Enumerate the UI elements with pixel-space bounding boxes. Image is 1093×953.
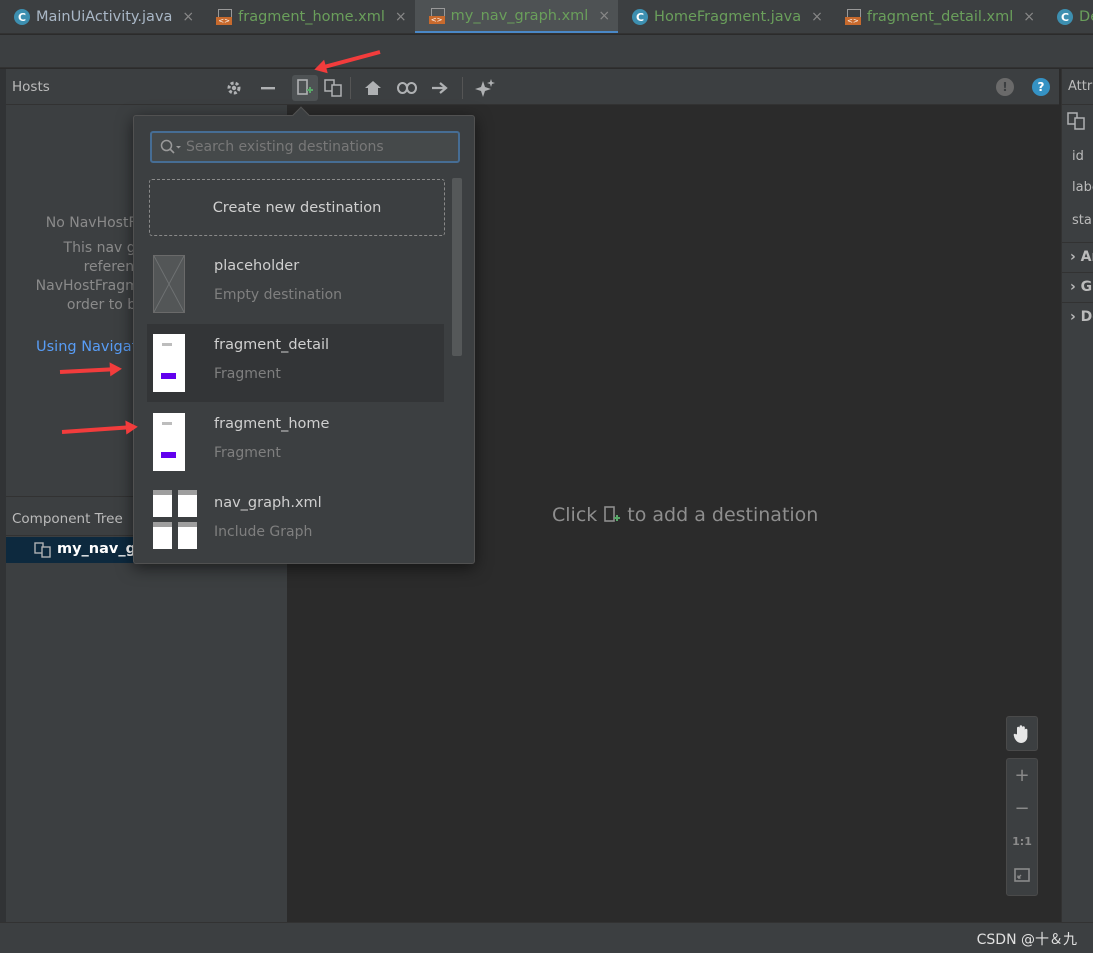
zoom-controls: + − 1:1 [1006, 758, 1038, 896]
section-label: › Global Actions [1070, 279, 1093, 295]
link-icon[interactable] [396, 77, 418, 99]
search-input[interactable] [186, 136, 454, 158]
new-destination-popup: Create new destination placeholder Empty… [133, 106, 475, 564]
section-deep-links[interactable]: › Deep Links [1062, 302, 1093, 332]
zoom-actual-size-button[interactable]: 1:1 [1007, 825, 1037, 858]
attributes-title: Attributes [1068, 79, 1093, 94]
nested-graph-icon [1067, 112, 1085, 130]
destination-name: nav_graph.xml [214, 495, 322, 511]
close-icon[interactable]: × [811, 9, 823, 25]
java-class-icon: C [1057, 9, 1074, 25]
nested-graph-icon [34, 542, 51, 558]
component-tree-title: Component Tree [12, 511, 123, 527]
status-bar: CSDN @十＆九 [0, 922, 1093, 953]
close-icon[interactable]: × [395, 9, 407, 25]
attribute-id: id [1072, 149, 1084, 164]
popup-scrollbar[interactable] [452, 178, 462, 356]
destination-name: fragment_detail [214, 337, 330, 353]
attribute-label: label [1072, 180, 1093, 195]
hosts-title: Hosts [12, 79, 50, 95]
home-icon[interactable] [362, 77, 384, 99]
destination-item-nav-graph[interactable]: nav_graph.xml Include Graph [147, 482, 444, 560]
zoom-fit-icon[interactable] [1007, 858, 1037, 891]
destination-name: placeholder [214, 258, 300, 274]
empty-canvas-message: Click to add a destination [552, 504, 818, 526]
section-label: › Argument Default Values [1070, 249, 1093, 265]
section-argument-defaults[interactable]: › Argument Default Values [1062, 242, 1093, 272]
tab-fragment-home-xml[interactable]: fragment_home.xml × [202, 0, 415, 33]
zoom-in-icon[interactable]: + [1007, 759, 1037, 792]
java-class-icon: C [632, 9, 649, 25]
placeholder-thumbnail [153, 255, 185, 313]
design-toolbar: ! ? [227, 69, 1059, 105]
tab-label: MainUiActivity.java [36, 9, 173, 25]
arrow-right-icon[interactable] [429, 77, 451, 99]
tab-label: HomeFragment.java [654, 9, 802, 25]
destination-item-fragment-detail[interactable]: fragment_detail Fragment [147, 324, 444, 402]
toolbar-separator [462, 77, 463, 99]
tab-mainuiactivity[interactable]: C MainUiActivity.java × [0, 0, 202, 33]
hand-icon[interactable] [1007, 717, 1037, 750]
editor-toolbar-strip [0, 35, 1093, 68]
tab-homefragment-java[interactable]: C HomeFragment.java × [618, 0, 831, 33]
nested-graph-icon[interactable] [322, 77, 344, 99]
tab-my-nav-graph-xml[interactable]: my_nav_graph.xml × [414, 0, 619, 33]
new-destination-icon [604, 506, 621, 522]
zoom-out-icon[interactable]: − [1007, 792, 1037, 825]
destination-search [150, 131, 460, 163]
help-icon[interactable]: ? [1032, 78, 1050, 96]
graph-thumbnail [153, 490, 199, 550]
xml-file-icon [216, 9, 233, 25]
attributes-header: Attributes [1062, 69, 1093, 105]
watermark: CSDN @十＆九 [976, 932, 1077, 948]
attribute-start-destination: startDestination [1072, 213, 1093, 228]
destination-type: Fragment [214, 366, 281, 382]
new-destination-icon[interactable] [292, 75, 318, 101]
xml-file-icon [428, 7, 445, 24]
destination-type: Include Graph [214, 524, 313, 540]
gear-icon[interactable] [223, 77, 245, 99]
section-label: › Deep Links [1070, 309, 1093, 325]
destination-type: Fragment [214, 445, 281, 461]
close-icon[interactable]: × [182, 9, 194, 25]
tab-fragment-detail-xml[interactable]: fragment_detail.xml × [831, 0, 1043, 33]
minimize-icon[interactable] [257, 77, 279, 99]
auto-arrange-icon[interactable] [474, 77, 496, 99]
warning-icon[interactable]: ! [996, 78, 1014, 96]
editor-tab-bar: C MainUiActivity.java × fragment_home.xm… [0, 0, 1093, 34]
search-icon[interactable] [160, 139, 182, 155]
destination-item-fragment-home[interactable]: fragment_home Fragment [147, 403, 444, 481]
pan-tool[interactable] [1006, 716, 1038, 751]
tab-label: my_nav_graph.xml [450, 7, 589, 24]
tab-label: DetailFragment.java [1079, 9, 1093, 25]
empty-canvas-suffix: to add a destination [627, 504, 819, 526]
xml-file-icon [844, 9, 861, 25]
empty-canvas-prefix: Click [552, 504, 598, 526]
destination-item-placeholder[interactable]: placeholder Empty destination [147, 245, 444, 323]
tab-label: fragment_detail.xml [866, 9, 1014, 25]
close-icon[interactable]: × [1023, 9, 1035, 25]
tab-label: fragment_home.xml [238, 9, 385, 25]
java-class-icon: C [14, 9, 30, 25]
section-global-actions[interactable]: › Global Actions [1062, 272, 1093, 302]
create-new-destination-button[interactable]: Create new destination [149, 179, 445, 236]
close-icon[interactable]: × [598, 8, 610, 24]
toolbar-separator [350, 77, 351, 99]
fragment-thumbnail [153, 334, 185, 392]
attributes-panel: Attributes id label startDestination › A… [1061, 69, 1093, 922]
destination-name: fragment_home [214, 416, 330, 432]
fragment-thumbnail [153, 413, 185, 471]
tab-detailfragment-java[interactable]: C DetailFragment.java [1043, 0, 1093, 33]
destination-type: Empty destination [214, 287, 343, 303]
